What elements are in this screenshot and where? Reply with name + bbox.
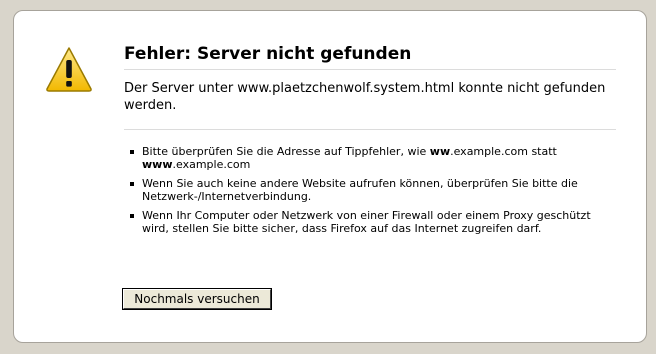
hint-text-segment: .example.com statt [450,145,557,158]
hint-item: Bitte überprüfen Sie die Adresse auf Tip… [124,145,616,171]
bullet-icon [130,214,134,218]
bullet-icon [130,150,134,154]
hint-text-segment: Wenn Ihr Computer oder Netzwerk von eine… [142,209,591,235]
hint-text-bold: ww [429,145,451,158]
hint-text-segment: Bitte überprüfen Sie die Adresse auf Tip… [142,145,430,158]
page-title: Fehler: Server nicht gefunden [124,44,616,70]
hint-item: Wenn Ihr Computer oder Netzwerk von eine… [124,209,616,235]
bullet-icon [130,182,134,186]
hint-text: Bitte überprüfen Sie die Adresse auf Tip… [142,145,557,171]
hint-text-bold: www [142,158,173,171]
retry-button[interactable]: Nochmals versuchen [122,288,272,310]
hint-item: Wenn Sie auch keine andere Website aufru… [124,177,616,203]
hint-list: Bitte überprüfen Sie die Adresse auf Tip… [124,145,616,241]
warning-icon [46,47,92,92]
error-description: Der Server unter www.plaetzchenwolf.syst… [124,81,606,113]
hint-text-segment: Wenn Sie auch keine andere Website aufru… [142,177,578,203]
hint-text-segment: .example.com [172,158,251,171]
error-page-container: Fehler: Server nicht gefunden Der Server… [13,10,647,343]
hint-text: Wenn Sie auch keine andere Website aufru… [142,177,578,203]
hint-text: Wenn Ihr Computer oder Netzwerk von eine… [142,209,591,235]
divider [124,129,616,130]
